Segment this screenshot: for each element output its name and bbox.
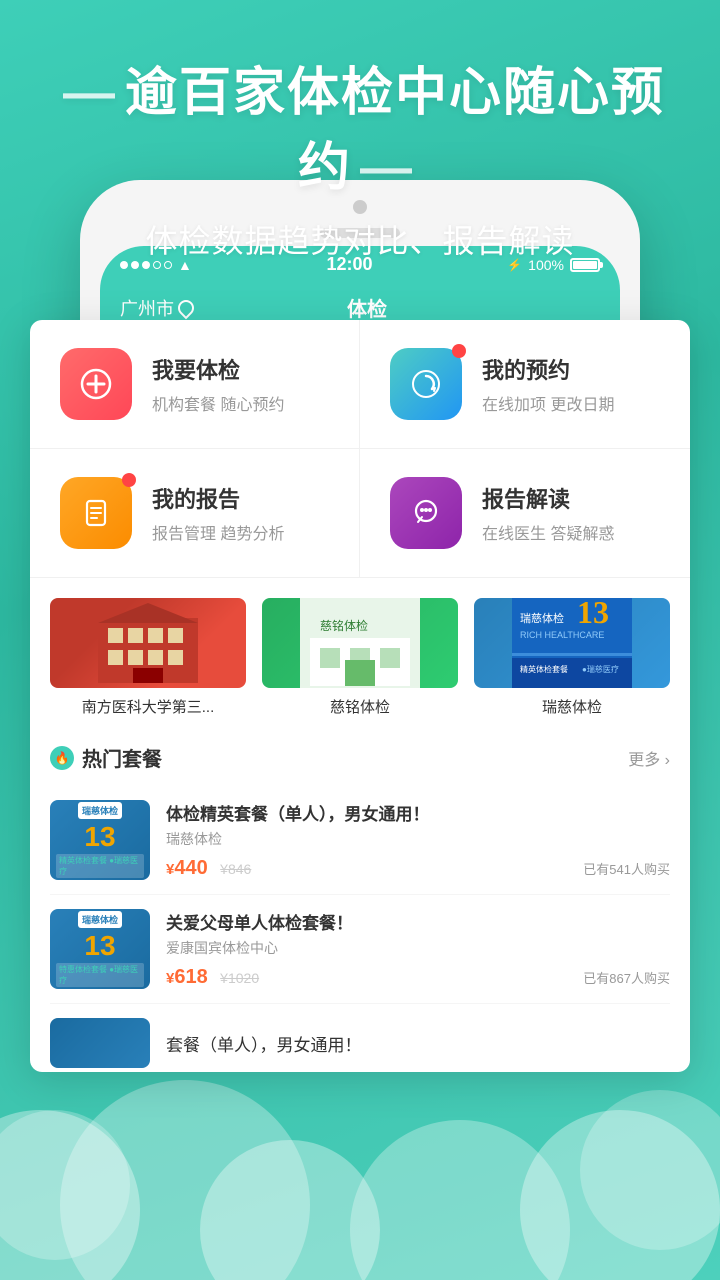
city-selector[interactable]: 广州市 [120, 295, 194, 321]
package-info-2: 关爱父母单人体检套餐！ 爱康国宾体检中心 ¥618 ¥1020 已有867人购买 [166, 909, 670, 989]
header-area: 逾百家体检中心随心预约 体检数据趋势对比、报告解读 [0, 0, 720, 292]
partial-text: 套餐（单人），男女通用！ [166, 1031, 362, 1056]
pkg-label-1: 精英体检套餐 ●瑞慈医疗 [56, 854, 144, 878]
hospital-item-1[interactable]: 南方医科大学第三... [50, 598, 246, 717]
package-img-2: 瑞慈体检 13 特惠体检套餐 ●瑞慈医疗 [50, 909, 150, 989]
svg-text:精英体检套餐: 精英体检套餐 [520, 664, 568, 674]
sold-count-1: 已有541人购买 [583, 859, 670, 878]
appointment-icon [390, 348, 462, 420]
pkg-number-2: 13 [84, 932, 115, 960]
main-card: 我要体检 机构套餐 随心预约 我的预约 在线加项 更改日期 [30, 320, 690, 1072]
hospital-section: 南方医科大学第三... 慈铭体检 [30, 578, 690, 727]
price-row-1: ¥440 ¥846 已有541人购买 [166, 857, 670, 880]
menu-item-interpret[interactable]: 报告解读 在线医生 答疑解惑 [360, 449, 690, 577]
svg-text:●瑞慈医疗: ●瑞慈医疗 [582, 664, 619, 674]
exam-title: 我要体检 [152, 353, 329, 385]
hospital-img-3: 瑞慈体检 RICH HEALTHCARE 精英体检套餐 ●瑞慈医疗 13 [474, 598, 670, 688]
appointment-icon-wrap [390, 348, 462, 420]
package-img-bg-2: 瑞慈体检 13 特惠体检套餐 ●瑞慈医疗 [50, 909, 150, 989]
menu-grid: 我要体检 机构套餐 随心预约 我的预约 在线加项 更改日期 [30, 320, 690, 578]
report-icon [60, 477, 132, 549]
hospital-item-2[interactable]: 慈铭体检 慈铭体检 [262, 598, 458, 717]
hospital-img-1 [50, 598, 246, 688]
package-info-1: 体检精英套餐（单人），男女通用！ 瑞慈体检 ¥440 ¥846 已有541人购买 [166, 800, 670, 880]
report-badge [122, 473, 136, 487]
appointment-desc: 在线加项 更改日期 [482, 391, 660, 415]
exam-icon [60, 348, 132, 420]
interpret-icon [390, 477, 462, 549]
appointment-badge [452, 344, 466, 358]
interpret-title: 报告解读 [482, 482, 660, 514]
interpret-desc: 在线医生 答疑解惑 [482, 520, 660, 544]
header-title: 逾百家体检中心随心预约 [40, 50, 680, 200]
sold-count-2: 已有867人购买 [583, 968, 670, 987]
price-main-1: ¥440 [166, 857, 208, 879]
menu-item-report[interactable]: 我的报告 报告管理 趋势分析 [30, 449, 360, 577]
svg-text:瑞慈体检: 瑞慈体检 [520, 611, 564, 625]
exam-icon-wrap [60, 348, 132, 420]
hospital-name-1: 南方医科大学第三... [50, 696, 246, 717]
svg-text:慈铭体检: 慈铭体检 [320, 618, 368, 633]
hospital-img-2: 慈铭体检 [262, 598, 458, 688]
pkg-brand-2: 瑞慈体检 [78, 911, 122, 928]
price-row-2: ¥618 ¥1020 已有867人购买 [166, 966, 670, 989]
report-text: 我的报告 报告管理 趋势分析 [152, 482, 329, 544]
flame-icon: 🔥 [50, 746, 74, 770]
package-img-1: 瑞慈体检 13 精英体检套餐 ●瑞慈医疗 [50, 800, 150, 880]
package-name-2: 关爱父母单人体检套餐！ [166, 909, 670, 934]
nav-title: 体检 [194, 293, 540, 322]
package-org-2: 爱康国宾体检中心 [166, 938, 670, 958]
menu-item-appointment[interactable]: 我的预约 在线加项 更改日期 [360, 320, 690, 449]
appointment-title: 我的预约 [482, 353, 660, 385]
package-item-2[interactable]: 瑞慈体检 13 特惠体检套餐 ●瑞慈医疗 关爱父母单人体检套餐！ 爱康国宾体检中… [50, 895, 670, 1004]
section-title: 🔥 热门套餐 [50, 743, 162, 772]
more-link[interactable]: 更多 › [628, 746, 670, 770]
partial-item[interactable]: 套餐（单人），男女通用！ [50, 1004, 670, 1072]
package-name-1: 体检精英套餐（单人），男女通用！ [166, 800, 670, 825]
pkg-number-1: 13 [84, 823, 115, 851]
report-icon-wrap [60, 477, 132, 549]
menu-item-exam[interactable]: 我要体检 机构套餐 随心预约 [30, 320, 360, 449]
pkg-brand-1: 瑞慈体检 [78, 802, 122, 819]
partial-img [50, 1018, 150, 1068]
interpret-text: 报告解读 在线医生 答疑解惑 [482, 482, 660, 544]
exam-text: 我要体检 机构套餐 随心预约 [152, 353, 329, 415]
report-desc: 报告管理 趋势分析 [152, 520, 329, 544]
interpret-icon-wrap [390, 477, 462, 549]
section-header: 🔥 热门套餐 更多 › [50, 743, 670, 772]
report-title: 我的报告 [152, 482, 329, 514]
price-left-1: ¥440 ¥846 [166, 857, 251, 880]
city-name: 广州市 [120, 295, 174, 321]
clouds-decoration [0, 1080, 720, 1280]
price-original-2: ¥1020 [220, 970, 259, 986]
hot-section: 🔥 热门套餐 更多 › 瑞慈体检 13 精英体检套餐 ●瑞慈医疗 体检精英套餐（… [30, 727, 690, 1072]
hot-title-text: 热门套餐 [82, 743, 162, 772]
appointment-text: 我的预约 在线加项 更改日期 [482, 353, 660, 415]
hospital-item-3[interactable]: 瑞慈体检 RICH HEALTHCARE 精英体检套餐 ●瑞慈医疗 13 瑞慈体… [474, 598, 670, 717]
svg-text:RICH HEALTHCARE: RICH HEALTHCARE [520, 630, 604, 640]
pkg-label-2: 特惠体检套餐 ●瑞慈医疗 [56, 963, 144, 987]
hospital-list: 南方医科大学第三... 慈铭体检 [50, 598, 670, 717]
exam-desc: 机构套餐 随心预约 [152, 391, 329, 415]
header-subtitle: 体检数据趋势对比、报告解读 [40, 216, 680, 262]
hospital-name-2: 慈铭体检 [262, 696, 458, 717]
svg-text:13: 13 [577, 598, 609, 630]
price-original-1: ¥846 [220, 861, 251, 877]
package-item-1[interactable]: 瑞慈体检 13 精英体检套餐 ●瑞慈医疗 体检精英套餐（单人），男女通用！ 瑞慈… [50, 786, 670, 895]
price-main-2: ¥618 [166, 966, 208, 988]
price-left-2: ¥618 ¥1020 [166, 966, 259, 989]
package-img-bg-1: 瑞慈体检 13 精英体检套餐 ●瑞慈医疗 [50, 800, 150, 880]
hospital-name-3: 瑞慈体检 [474, 696, 670, 717]
package-org-1: 瑞慈体检 [166, 829, 670, 849]
